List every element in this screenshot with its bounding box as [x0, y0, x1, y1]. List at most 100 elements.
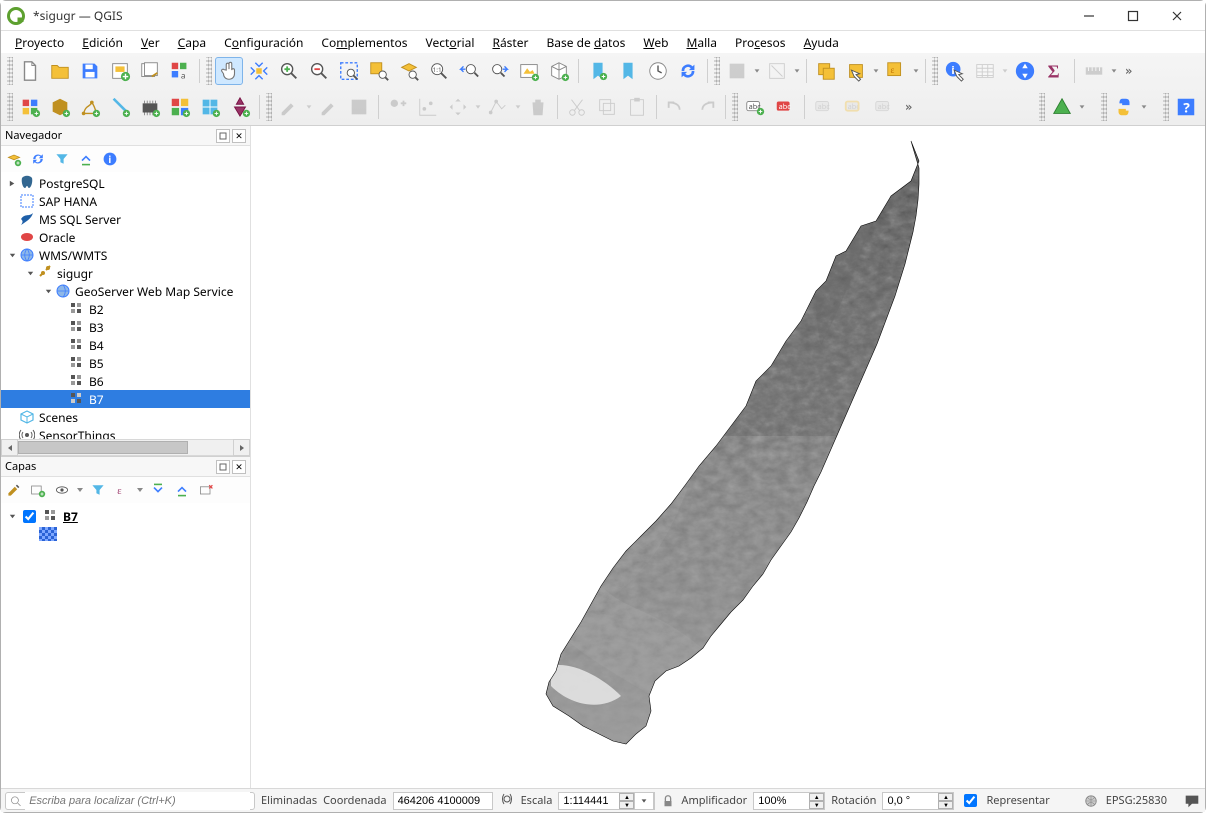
toolbar-grip[interactable] [714, 57, 720, 85]
menu-ver[interactable]: Ver [137, 32, 164, 53]
new-3d-view-button[interactable] [545, 57, 573, 85]
save-project-button[interactable] [76, 57, 104, 85]
crs-label[interactable]: EPSG:25830 [1106, 793, 1167, 808]
scale-combo[interactable]: ▲▼ [558, 792, 655, 810]
browser-item-postgresql[interactable]: PostgreSQL [1, 174, 250, 192]
layout-manager-button[interactable] [136, 57, 164, 85]
magnifier-input[interactable] [754, 795, 809, 807]
layers-tree[interactable]: B7 [1, 503, 250, 788]
refresh-button[interactable] [674, 57, 702, 85]
locator-search[interactable] [5, 792, 255, 810]
coordinate-input[interactable] [393, 792, 493, 810]
panel-close-button[interactable]: ✕ [232, 460, 246, 474]
toolbar-grip[interactable] [7, 57, 13, 85]
browser-item-b2[interactable]: B2 [1, 300, 250, 318]
zoom-native-button[interactable]: 1:1 [425, 57, 453, 85]
label-tool-button[interactable]: abc [741, 93, 769, 121]
zoom-last-button[interactable] [455, 57, 483, 85]
browser-item-oracle[interactable]: Oracle [1, 228, 250, 246]
extents-icon[interactable] [499, 791, 515, 811]
toolbar-grip[interactable] [1163, 93, 1169, 121]
new-bookmark-button[interactable] [584, 57, 612, 85]
properties-button[interactable]: i [99, 148, 121, 170]
messages-icon[interactable] [1183, 792, 1201, 810]
filter-browser-button[interactable] [51, 148, 73, 170]
visibility-button[interactable] [51, 479, 73, 501]
help-button[interactable]: ? [1172, 93, 1200, 121]
layer-item-b7[interactable]: B7 [5, 507, 246, 525]
menu-vectorial[interactable]: Vectorial [421, 32, 478, 53]
zoom-to-selection-button[interactable] [365, 57, 393, 85]
new-memory-layer-button[interactable] [136, 93, 164, 121]
browser-item-sigugr[interactable]: sigugr [1, 264, 250, 282]
browser-tree[interactable]: PostgreSQL SAP HANA MS SQL Server Oracle… [1, 172, 250, 439]
toolbar-grip[interactable] [1101, 93, 1107, 121]
new-project-button[interactable] [16, 57, 44, 85]
window-minimize-button[interactable] [1067, 2, 1111, 30]
layer-styling-button[interactable] [3, 479, 25, 501]
locator-input[interactable] [25, 792, 250, 810]
browser-hscroll[interactable] [1, 439, 250, 456]
menu-web[interactable]: Web [639, 32, 672, 53]
pan-tool-button[interactable] [215, 57, 243, 85]
georeferencer-button[interactable] [1048, 93, 1076, 121]
field-calculator-button[interactable] [1011, 57, 1039, 85]
scale-input[interactable] [559, 795, 619, 807]
menu-ayuda[interactable]: Ayuda [800, 32, 843, 53]
menu-proyecto[interactable]: Proyecto [11, 32, 68, 53]
rotation-input[interactable] [883, 795, 938, 807]
toolbar-grip[interactable] [732, 93, 738, 121]
collapse-all-button[interactable] [171, 479, 193, 501]
browser-item-geoserver[interactable]: GeoServer Web Map Service [1, 282, 250, 300]
statistics-button[interactable]: Σ [1041, 57, 1069, 85]
new-virtual-layer-button[interactable] [226, 93, 254, 121]
new-mesh-layer-button[interactable] [166, 93, 194, 121]
browser-item-saphana[interactable]: SAP HANA [1, 192, 250, 210]
add-group-button[interactable] [27, 479, 49, 501]
panel-float-button[interactable] [216, 129, 230, 143]
new-gpx-layer-button[interactable] [196, 93, 224, 121]
refresh-browser-button[interactable] [27, 148, 49, 170]
identify-button[interactable]: i [941, 57, 969, 85]
remove-layer-button[interactable] [195, 479, 217, 501]
browser-item-wms[interactable]: WMS/WMTS [1, 246, 250, 264]
browser-item-b5[interactable]: B5 [1, 354, 250, 372]
window-maximize-button[interactable] [1111, 2, 1155, 30]
python-console-button[interactable] [1110, 93, 1138, 121]
menu-raster[interactable]: Ráster [488, 32, 532, 53]
filter-expr-button[interactable]: ε [111, 479, 133, 501]
lock-icon[interactable] [661, 794, 675, 808]
zoom-out-button[interactable] [305, 57, 333, 85]
browser-item-sensorthings[interactable]: SensorThings [1, 426, 250, 439]
select-features-menu[interactable] [871, 67, 881, 75]
select-all-button[interactable] [812, 57, 840, 85]
map-canvas[interactable] [251, 126, 1205, 788]
browser-item-scenes[interactable]: Scenes [1, 408, 250, 426]
diagram-tool-button[interactable]: abc [771, 93, 799, 121]
browser-item-mssql[interactable]: MS SQL Server [1, 210, 250, 228]
add-layer-icon[interactable] [3, 148, 25, 170]
toolbar-grip[interactable] [206, 57, 212, 85]
filter-map-menu[interactable] [752, 67, 762, 75]
expand-all-button[interactable] [147, 479, 169, 501]
panel-float-button[interactable] [216, 460, 230, 474]
menu-procesos[interactable]: Procesos [731, 32, 790, 53]
menu-edicion[interactable]: Edición [78, 32, 127, 53]
select-by-value-button[interactable]: ε [882, 57, 910, 85]
menu-complementos[interactable]: Complementos [317, 32, 411, 53]
zoom-next-button[interactable] [485, 57, 513, 85]
menu-malla[interactable]: Malla [682, 32, 721, 53]
select-by-value-menu[interactable] [911, 67, 921, 75]
data-source-manager-button[interactable] [16, 93, 44, 121]
select-features-button[interactable] [842, 57, 870, 85]
crs-icon[interactable] [1084, 794, 1098, 808]
new-shapefile-button[interactable] [76, 93, 104, 121]
browser-item-b7[interactable]: B7 [1, 390, 250, 408]
toolbar-overflow-icon[interactable]: » [899, 100, 919, 114]
toolbar-overflow-icon[interactable]: » [1119, 64, 1139, 78]
menu-capa[interactable]: Capa [174, 32, 210, 53]
toolbar-grip[interactable] [932, 57, 938, 85]
toolbar-grip[interactable] [7, 93, 13, 121]
style-manager-button[interactable]: a [166, 57, 194, 85]
magnifier-spin[interactable]: ▲▼ [753, 792, 825, 810]
